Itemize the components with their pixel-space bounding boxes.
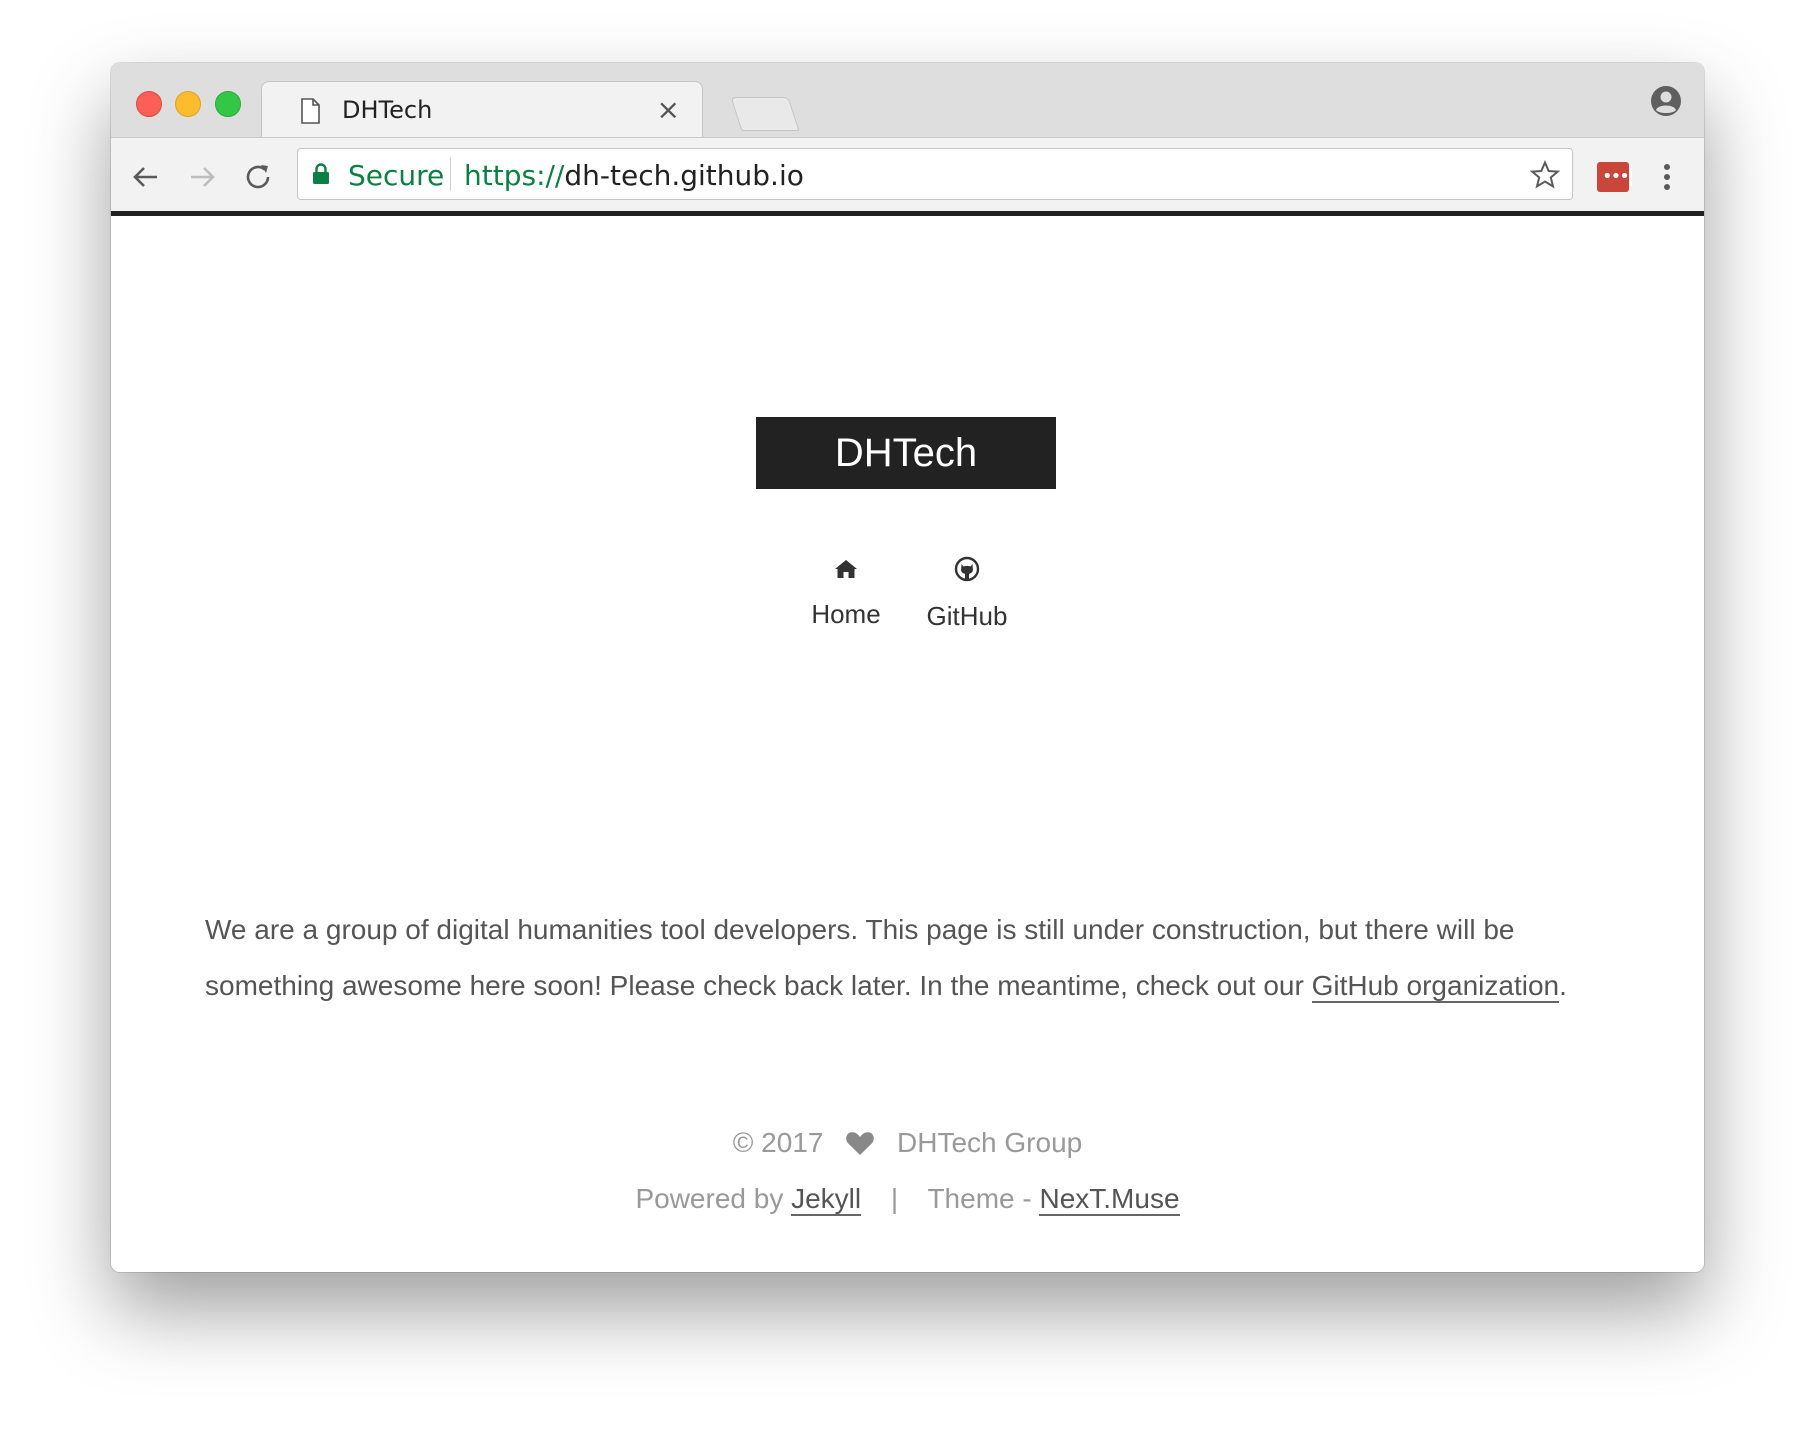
extension-icon[interactable]: •••| [1597,162,1634,192]
home-icon [800,558,892,585]
copyright-text: © 2017 [732,1127,824,1158]
heart-icon [845,1130,875,1163]
url-text[interactable]: https://dh-tech.github.io [464,159,804,192]
site-brand[interactable]: DHTech [756,417,1056,489]
secure-label: Secure [348,159,445,192]
copyright-owner: DHTech Group [897,1127,1083,1158]
close-window-button[interactable] [136,91,162,117]
url-scheme: https:// [464,159,565,192]
url-host: dh-tech.github.io [564,159,804,192]
footer-copyright: © 2017 DHTech Group [111,1127,1704,1163]
github-organization-link[interactable]: GitHub organization [1311,970,1560,1003]
address-bar[interactable]: Secure https://dh-tech.github.io [297,148,1573,200]
powered-by-text: Powered by [635,1183,792,1214]
forward-arrow-icon[interactable] [185,160,219,194]
page-content: DHTech Home GitHub We are a group of dig… [111,216,1704,1272]
new-tab-button[interactable] [730,97,800,131]
menu-item-home[interactable]: Home [800,558,892,630]
zoom-window-button[interactable] [215,91,241,117]
extension-label: •••| [1602,166,1634,187]
post-body: We are a group of digital humanities too… [205,902,1625,1014]
jekyll-link[interactable]: Jekyll [791,1183,862,1216]
menu-item-label: GitHub [926,601,1008,631]
lock-icon [312,163,330,190]
more-menu-icon[interactable] [1661,160,1673,199]
post-text-end: . [1559,970,1567,1001]
footer-credits: Powered by Jekyll | Theme - NexT.Muse [111,1183,1704,1216]
github-icon [912,556,1022,587]
tab-title: DHTech [342,96,433,124]
footer-divider: | [890,1183,899,1214]
bookmark-star-icon[interactable] [1529,159,1561,195]
tab-close-icon[interactable]: × [657,93,680,126]
menu-item-github[interactable]: GitHub [912,556,1022,632]
address-separator [450,157,451,191]
theme-link[interactable]: NexT.Muse [1039,1183,1180,1216]
browser-window: DHTech × Secure https://dh-tech.github.i… [111,63,1704,1272]
theme-text: Theme - [927,1183,1040,1214]
browser-toolbar: Secure https://dh-tech.github.io •••| [111,137,1704,213]
document-icon [300,98,320,129]
menu-item-label: Home [811,599,881,629]
back-arrow-icon[interactable] [129,160,163,194]
title-bar: DHTech × [111,63,1704,138]
reload-icon[interactable] [241,160,275,194]
minimize-window-button[interactable] [175,91,201,117]
browser-tab[interactable]: DHTech × [261,81,703,138]
profile-icon[interactable] [1650,85,1682,122]
